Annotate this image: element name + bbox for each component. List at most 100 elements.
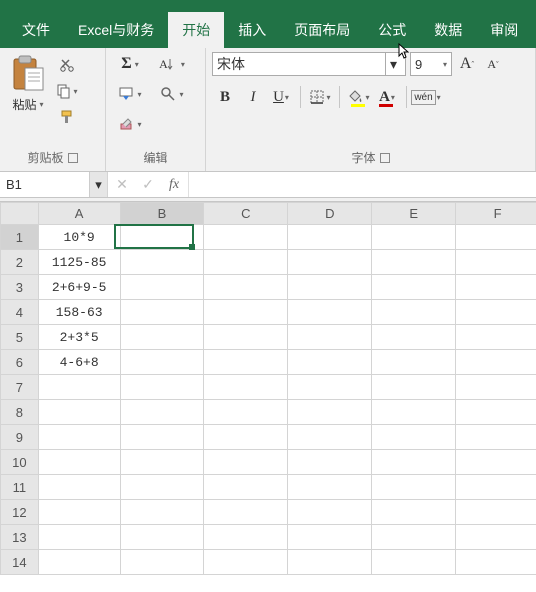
- format-painter-button[interactable]: [56, 106, 78, 128]
- cell[interactable]: [120, 325, 204, 350]
- cell[interactable]: 158-63: [38, 300, 120, 325]
- fill-button[interactable]: ▾: [112, 82, 148, 106]
- cell[interactable]: [38, 400, 120, 425]
- cell[interactable]: [288, 550, 372, 575]
- font-name-combobox[interactable]: 宋体 ▾: [212, 52, 406, 76]
- cell[interactable]: [38, 550, 120, 575]
- cell[interactable]: [38, 475, 120, 500]
- dialog-launcher-icon[interactable]: [380, 153, 390, 163]
- cell[interactable]: [456, 425, 536, 450]
- cell[interactable]: [456, 450, 536, 475]
- cell[interactable]: [456, 300, 536, 325]
- column-header-a[interactable]: A: [38, 203, 120, 225]
- cell[interactable]: [38, 425, 120, 450]
- cell[interactable]: [456, 525, 536, 550]
- font-color-button[interactable]: A▾: [374, 84, 400, 110]
- cell[interactable]: [204, 250, 288, 275]
- cell[interactable]: [288, 400, 372, 425]
- cell[interactable]: [120, 225, 204, 250]
- cell[interactable]: [120, 300, 204, 325]
- cell[interactable]: [288, 425, 372, 450]
- cell[interactable]: [288, 375, 372, 400]
- cell[interactable]: [204, 300, 288, 325]
- cell[interactable]: [38, 500, 120, 525]
- cell[interactable]: [372, 400, 456, 425]
- chevron-down-icon[interactable]: ▾: [443, 60, 447, 69]
- cell[interactable]: [120, 350, 204, 375]
- cell[interactable]: [288, 325, 372, 350]
- cell[interactable]: [372, 550, 456, 575]
- dialog-launcher-icon[interactable]: [68, 153, 78, 163]
- menu-formulas[interactable]: 公式: [364, 12, 420, 48]
- autosum-button[interactable]: Σ▾: [112, 52, 148, 76]
- cell[interactable]: [288, 475, 372, 500]
- cell[interactable]: [288, 500, 372, 525]
- row-header[interactable]: 9: [1, 425, 39, 450]
- menu-page-layout[interactable]: 页面布局: [280, 12, 364, 48]
- cell[interactable]: [204, 350, 288, 375]
- cut-button[interactable]: [56, 54, 78, 76]
- menu-data[interactable]: 数据: [420, 12, 476, 48]
- cell[interactable]: 2+6+9-5: [38, 275, 120, 300]
- sort-filter-button[interactable]: A▾: [154, 52, 190, 76]
- cell[interactable]: [204, 550, 288, 575]
- cell[interactable]: [372, 275, 456, 300]
- row-header[interactable]: 7: [1, 375, 39, 400]
- column-header-f[interactable]: F: [456, 203, 536, 225]
- cell[interactable]: [372, 450, 456, 475]
- menu-excel-finance[interactable]: Excel与财务: [64, 12, 168, 48]
- chevron-down-icon[interactable]: ▾: [385, 53, 401, 75]
- cell[interactable]: [204, 525, 288, 550]
- column-header-d[interactable]: D: [288, 203, 372, 225]
- copy-button[interactable]: ▾: [56, 80, 78, 102]
- cell[interactable]: [288, 300, 372, 325]
- fill-color-button[interactable]: ▾: [346, 84, 372, 110]
- cell[interactable]: [456, 500, 536, 525]
- cell[interactable]: [372, 250, 456, 275]
- cell[interactable]: [204, 325, 288, 350]
- cell[interactable]: [372, 225, 456, 250]
- bold-button[interactable]: B: [212, 84, 238, 110]
- underline-button[interactable]: U▾: [268, 84, 294, 110]
- row-header[interactable]: 14: [1, 550, 39, 575]
- decrease-font-button[interactable]: Aˇ: [482, 52, 504, 76]
- cell[interactable]: [456, 350, 536, 375]
- cell[interactable]: [372, 300, 456, 325]
- cell[interactable]: [38, 375, 120, 400]
- cell[interactable]: [372, 325, 456, 350]
- row-header[interactable]: 11: [1, 475, 39, 500]
- cancel-formula-button[interactable]: ✕: [114, 177, 130, 193]
- select-all-corner[interactable]: [1, 203, 39, 225]
- cell[interactable]: [288, 450, 372, 475]
- cell[interactable]: 1125-85: [38, 250, 120, 275]
- cell[interactable]: [204, 450, 288, 475]
- phonetic-button[interactable]: wén▾: [413, 84, 439, 110]
- cell[interactable]: [38, 450, 120, 475]
- cell[interactable]: [204, 500, 288, 525]
- formula-input[interactable]: [189, 172, 536, 197]
- row-header[interactable]: 12: [1, 500, 39, 525]
- cell[interactable]: [456, 550, 536, 575]
- cell[interactable]: [372, 425, 456, 450]
- cell[interactable]: [204, 275, 288, 300]
- row-header[interactable]: 10: [1, 450, 39, 475]
- cell[interactable]: [288, 250, 372, 275]
- worksheet-grid[interactable]: A B C D E F 110*9 21125-85 32+6+9-5 4158…: [0, 202, 536, 575]
- row-header[interactable]: 13: [1, 525, 39, 550]
- cell[interactable]: [204, 425, 288, 450]
- cell[interactable]: [372, 375, 456, 400]
- find-select-button[interactable]: ▾: [154, 82, 190, 106]
- cell[interactable]: [288, 525, 372, 550]
- cell[interactable]: [120, 525, 204, 550]
- cell[interactable]: [456, 400, 536, 425]
- italic-button[interactable]: I: [240, 84, 266, 110]
- cell[interactable]: 2+3*5: [38, 325, 120, 350]
- row-header[interactable]: 2: [1, 250, 39, 275]
- column-header-e[interactable]: E: [372, 203, 456, 225]
- row-header[interactable]: 5: [1, 325, 39, 350]
- row-header[interactable]: 6: [1, 350, 39, 375]
- cell[interactable]: [120, 450, 204, 475]
- name-box[interactable]: B1 ▾: [0, 172, 108, 197]
- row-header[interactable]: 4: [1, 300, 39, 325]
- cell[interactable]: [456, 225, 536, 250]
